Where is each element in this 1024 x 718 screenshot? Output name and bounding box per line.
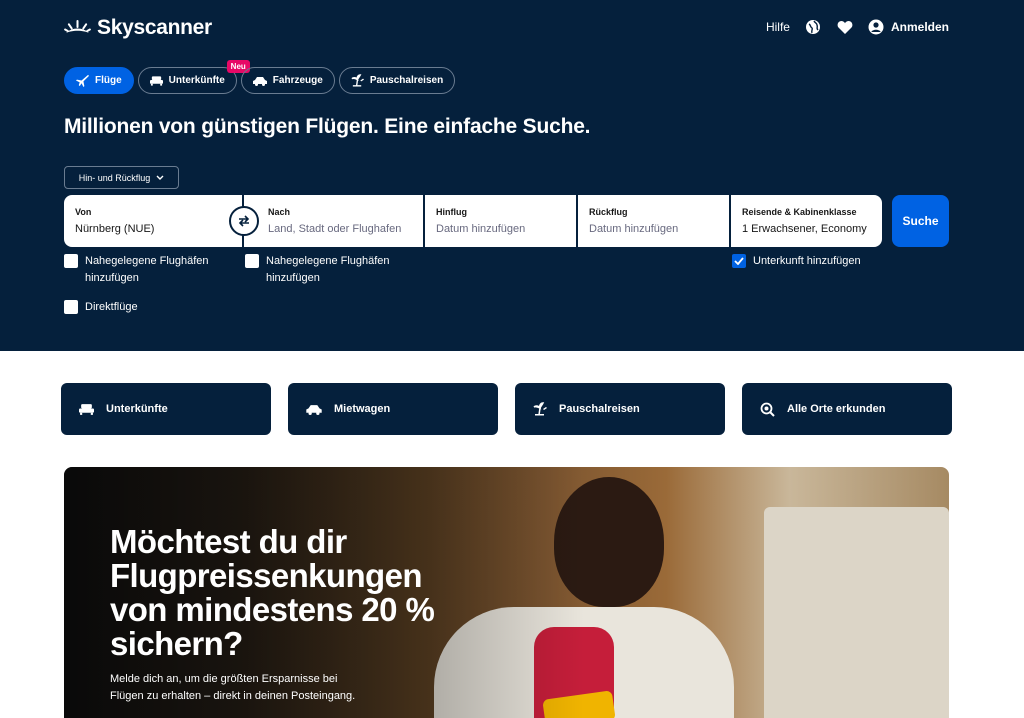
banner-subtitle: Melde dich an, um die größten Ersparniss… <box>110 673 356 702</box>
logo-text: Skyscanner <box>97 16 212 39</box>
heart-icon[interactable] <box>836 18 854 36</box>
plane-icon <box>76 74 89 87</box>
bed-icon <box>149 76 163 86</box>
quicklink-packages[interactable]: Pauschalreisen <box>515 383 725 435</box>
quicklink-explore[interactable]: Alle Orte erkunden <box>742 383 952 435</box>
to-label: Nach <box>268 207 291 217</box>
tab-cars[interactable]: Fahrzeuge <box>240 67 335 94</box>
top-navigation: Hilfe Anmelden <box>766 18 949 36</box>
add-hotel-checkbox[interactable]: Unterkunft hinzufügen <box>732 253 861 270</box>
return-date-field[interactable]: Rückflug Datum hinzufügen <box>578 195 729 247</box>
add-hotel-label: Unterkunft hinzufügen <box>753 255 861 267</box>
quicklink-label: Alle Orte erkunden <box>787 403 886 415</box>
checkbox-checked[interactable] <box>732 254 746 268</box>
chevron-down-icon <box>156 175 164 180</box>
sunburst-logo-icon <box>64 20 91 33</box>
from-field[interactable]: Von Nürnberg (NUE) <box>64 195 242 247</box>
nearby-from-label: Nahegelegene Flughäfen hinzufügen <box>85 255 209 284</box>
banner-title: Möchtest du dir Flugpreissenkungen von m… <box>110 523 435 662</box>
bed-icon <box>79 404 94 415</box>
hero-section: Skyscanner Hilfe Anmelden Flüge Unterkün… <box>0 0 1024 351</box>
product-tabs: Flüge Unterkünfte Neu Fahrzeuge Pauschal… <box>64 60 456 94</box>
palm-plane-icon <box>533 402 547 416</box>
background-cabinet <box>764 507 949 718</box>
quicklink-label: Pauschalreisen <box>559 403 640 415</box>
to-placeholder: Land, Stadt oder Flughafen <box>268 223 402 235</box>
checkbox-unchecked[interactable] <box>64 254 78 268</box>
depart-label: Hinflug <box>436 207 467 217</box>
direct-flights-checkbox[interactable]: Direktflüge <box>64 299 138 316</box>
page-headline: Millionen von günstigen Flügen. Eine ein… <box>64 115 591 138</box>
travellers-label: Reisende & Kabinenklasse <box>742 207 857 217</box>
to-field[interactable]: Nach Land, Stadt oder Flughafen <box>244 195 423 247</box>
from-label: Von <box>75 207 92 217</box>
login-button[interactable]: Anmelden <box>868 19 949 35</box>
trip-type-select[interactable]: Hin- und Rückflug <box>64 166 179 189</box>
tab-hotels[interactable]: Unterkünfte Neu <box>137 60 250 94</box>
quick-links: Unterkünfte Mietwagen Pauschalreisen All… <box>61 383 952 435</box>
tab-packages[interactable]: Pauschalreisen <box>338 67 456 94</box>
tab-label: Fahrzeuge <box>272 75 323 86</box>
direct-flights-label: Direktflüge <box>85 301 138 313</box>
depart-placeholder: Datum hinzufügen <box>436 223 526 235</box>
quicklink-label: Mietwagen <box>334 403 391 415</box>
travellers-value: 1 Erwachsener, Economy <box>742 223 867 235</box>
skyscanner-logo[interactable]: Skyscanner <box>64 16 212 40</box>
checkbox-unchecked[interactable] <box>64 300 78 314</box>
login-label: Anmelden <box>890 20 949 34</box>
checkbox-unchecked[interactable] <box>245 254 259 268</box>
tab-flights[interactable]: Flüge <box>64 67 134 94</box>
return-placeholder: Datum hinzufügen <box>589 223 679 235</box>
checkmark-icon <box>734 257 744 265</box>
swap-airports-button[interactable] <box>229 206 259 236</box>
palm-plane-icon <box>351 74 364 87</box>
explore-icon <box>760 402 775 417</box>
quicklink-car-hire[interactable]: Mietwagen <box>288 383 498 435</box>
nearby-to-checkbox[interactable]: Nahegelegene Flughäfen hinzufügen <box>245 253 405 287</box>
quicklink-label: Unterkünfte <box>106 403 168 415</box>
user-icon <box>868 19 884 35</box>
nearby-to-label: Nahegelegene Flughäfen hinzufügen <box>266 255 390 284</box>
search-button[interactable]: Suche <box>892 195 949 247</box>
car-icon <box>306 404 322 415</box>
nearby-from-checkbox[interactable]: Nahegelegene Flughäfen hinzufügen <box>64 253 224 287</box>
travellers-cabin-field[interactable]: Reisende & Kabinenklasse 1 Erwachsener, … <box>731 195 882 247</box>
tab-label: Flüge <box>95 75 122 86</box>
depart-date-field[interactable]: Hinflug Datum hinzufügen <box>425 195 576 247</box>
tab-label: Pauschalreisen <box>369 75 444 86</box>
globe-icon[interactable] <box>804 18 822 36</box>
flight-search-form: Von Nürnberg (NUE) Nach Land, Stadt oder… <box>64 195 884 247</box>
quicklink-hotels[interactable]: Unterkünfte <box>61 383 271 435</box>
from-value: Nürnberg (NUE) <box>75 223 155 235</box>
tab-label: Unterkünfte <box>168 75 225 86</box>
price-alert-banner[interactable]: Möchtest du dir Flugpreissenkungen von m… <box>64 467 949 718</box>
trip-type-value: Hin- und Rückflug <box>78 172 151 183</box>
swap-arrows-icon <box>238 215 250 227</box>
car-icon <box>252 76 267 86</box>
help-link[interactable]: Hilfe <box>766 20 790 34</box>
return-label: Rückflug <box>589 207 628 217</box>
